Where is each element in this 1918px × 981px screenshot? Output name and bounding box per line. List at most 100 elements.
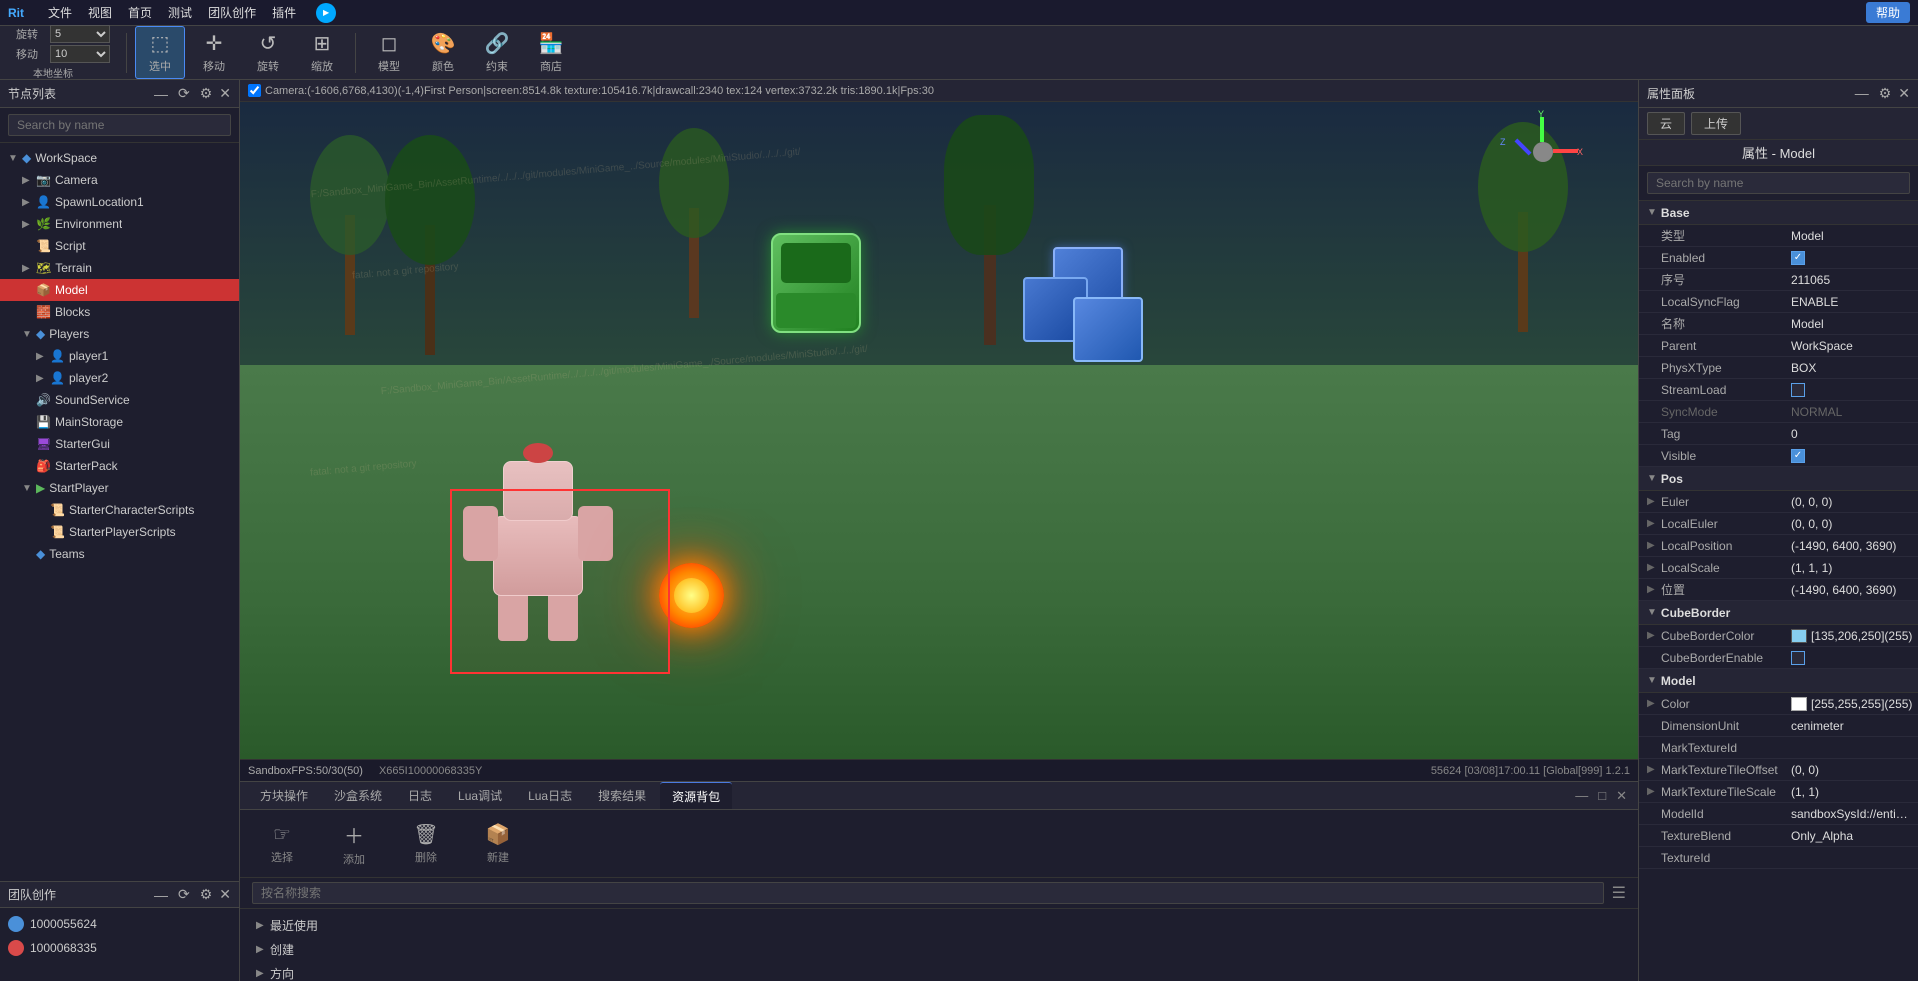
tree-item-storage[interactable]: 💾 MainStorage — [0, 411, 239, 433]
node-panel-close[interactable]: ✕ — [219, 85, 231, 102]
tree-item-startplayer[interactable]: ▼ ▶ StartPlayer — [0, 477, 239, 499]
env-expand[interactable]: ▶ — [22, 219, 36, 230]
tool-select[interactable]: ⬚ 选中 — [135, 26, 185, 79]
player2-expand[interactable]: ▶ — [36, 373, 50, 384]
section-base-header[interactable]: ▼ Base — [1639, 201, 1918, 225]
bottom-panel-close[interactable]: ✕ — [1613, 788, 1630, 804]
tab-lua-debug[interactable]: Lua调试 — [446, 782, 514, 809]
tab-log[interactable]: 日志 — [396, 782, 444, 809]
upload-button[interactable]: 上传 — [1691, 112, 1741, 135]
tool-color[interactable]: 🎨 颜色 — [418, 27, 468, 78]
team-panel-minimize[interactable]: — — [151, 887, 171, 903]
tree-item-pack[interactable]: 🎒 StarterPack — [0, 455, 239, 477]
tree-item-teams[interactable]: ◆ Teams — [0, 543, 239, 565]
team-panel-close[interactable]: ✕ — [219, 886, 231, 903]
node-panel-refresh[interactable]: ⟳ — [175, 85, 193, 102]
tab-asset-pack[interactable]: 资源背包 — [660, 782, 732, 809]
prop-enabled-checkbox[interactable] — [1791, 251, 1805, 265]
viewport[interactable]: F:/Sandbox_MiniGame_Bin/AssetRuntime/../… — [240, 102, 1638, 759]
tab-lua-log[interactable]: Lua日志 — [516, 782, 584, 809]
cloud-button[interactable]: 云 — [1647, 112, 1685, 135]
tree-item-players[interactable]: ▼ ◆ Players — [0, 323, 239, 345]
tree-item-spawn[interactable]: ▶ 👤 SpawnLocation1 — [0, 191, 239, 213]
tree-item-blocks[interactable]: 🧱 Blocks — [0, 301, 239, 323]
spawn-expand[interactable]: ▶ — [22, 197, 36, 208]
tool-shop[interactable]: 🏪 商店 — [526, 27, 576, 78]
team-panel-refresh[interactable]: ⟳ — [175, 886, 193, 903]
player1-expand[interactable]: ▶ — [36, 351, 50, 362]
tree-item-player1[interactable]: ▶ 👤 player1 — [0, 345, 239, 367]
tool-constrain[interactable]: 🔗 约束 — [472, 27, 522, 78]
prop-stream-checkbox[interactable] — [1791, 383, 1805, 397]
tree-item-player2[interactable]: ▶ 👤 player2 — [0, 367, 239, 389]
cat-dir-expand[interactable]: ▶ — [256, 968, 270, 979]
top-right-help[interactable]: 帮助 — [1866, 2, 1910, 23]
asset-tool-delete[interactable]: 🗑 删除 — [396, 818, 456, 869]
tree-item-terrain[interactable]: ▶ 🗺 Terrain — [0, 257, 239, 279]
asset-cat-recent[interactable]: ▶ 最近使用 — [248, 913, 1630, 937]
prop-localeuler-expand[interactable]: ▶ — [1647, 518, 1661, 529]
prop-localscale-expand[interactable]: ▶ — [1647, 562, 1661, 573]
startplayer-expand[interactable]: ▼ — [22, 483, 36, 494]
menu-view[interactable]: 视图 — [88, 4, 112, 21]
prop-mto-expand[interactable]: ▶ — [1647, 764, 1661, 775]
cbc-color-swatch[interactable] — [1791, 629, 1807, 643]
tree-item-sound[interactable]: 🔊 SoundService — [0, 389, 239, 411]
terrain-expand[interactable]: ▶ — [22, 263, 36, 274]
tool-scale[interactable]: ⊞ 缩放 — [297, 27, 347, 78]
asset-tool-new[interactable]: 📦 新建 — [468, 818, 528, 869]
right-search-input[interactable] — [1647, 172, 1910, 194]
right-panel-settings[interactable]: ⚙ — [1876, 85, 1895, 102]
bottom-panel-maximize[interactable]: □ — [1595, 788, 1609, 804]
tree-item-workspace[interactable]: ▼ ◆ WorkSpace — [0, 147, 239, 169]
prop-position-expand[interactable]: ▶ — [1647, 584, 1661, 595]
prop-cbc-expand[interactable]: ▶ — [1647, 630, 1661, 641]
bottom-panel-minimize[interactable]: — — [1572, 788, 1591, 804]
prop-visible-checkbox[interactable] — [1791, 449, 1805, 463]
tree-item-gui[interactable]: 🖥 StarterGui — [0, 433, 239, 455]
node-panel-settings[interactable]: ⚙ — [197, 85, 216, 102]
menu-home[interactable]: 首页 — [128, 4, 152, 21]
asset-cat-create[interactable]: ▶ 创建 — [248, 937, 1630, 961]
menu-test[interactable]: 测试 — [168, 4, 192, 21]
section-model-header[interactable]: ▼ Model — [1639, 669, 1918, 693]
tab-block-op[interactable]: 方块操作 — [248, 782, 320, 809]
mc-color-swatch[interactable] — [1791, 697, 1807, 711]
right-panel-minimize[interactable]: — — [1852, 85, 1872, 102]
section-cubeborder-header[interactable]: ▼ CubeBorder — [1639, 601, 1918, 625]
team-member-2[interactable]: 1000068335 — [8, 936, 231, 960]
prop-euler-expand[interactable]: ▶ — [1647, 496, 1661, 507]
move-select[interactable]: 1052050 — [50, 45, 110, 63]
asset-cat-dir[interactable]: ▶ 方向 — [248, 961, 1630, 981]
tree-item-player-scripts[interactable]: 📜 StarterPlayerScripts — [0, 521, 239, 543]
tree-item-model[interactable]: 📦 Model — [0, 279, 239, 301]
play-button[interactable] — [316, 3, 336, 23]
prop-cbe-checkbox[interactable] — [1791, 651, 1805, 665]
tree-item-env[interactable]: ▶ 🌿 Environment — [0, 213, 239, 235]
camera-expand[interactable]: ▶ — [22, 175, 36, 186]
tab-search-results[interactable]: 搜索结果 — [586, 782, 658, 809]
players-expand[interactable]: ▼ — [22, 329, 36, 340]
tree-item-script[interactable]: 📜 Script — [0, 235, 239, 257]
prop-mts-expand[interactable]: ▶ — [1647, 786, 1661, 797]
tool-model[interactable]: ◻ 模型 — [364, 27, 414, 78]
section-pos-header[interactable]: ▼ Pos — [1639, 467, 1918, 491]
menu-team[interactable]: 团队创作 — [208, 4, 256, 21]
asset-tool-select[interactable]: ☞ 选择 — [252, 818, 312, 869]
tree-item-camera[interactable]: ▶ 📷 Camera — [0, 169, 239, 191]
team-panel-settings[interactable]: ⚙ — [197, 886, 216, 903]
prop-localpos-expand[interactable]: ▶ — [1647, 540, 1661, 551]
prop-mc-expand[interactable]: ▶ — [1647, 698, 1661, 709]
asset-search-input[interactable] — [252, 882, 1604, 904]
workspace-expand[interactable]: ▼ — [8, 153, 22, 164]
rotate-select[interactable]: 5101545 — [50, 25, 110, 43]
menu-file[interactable]: 文件 — [48, 4, 72, 21]
cat-recent-expand[interactable]: ▶ — [256, 920, 270, 931]
menu-plugin[interactable]: 插件 — [272, 4, 296, 21]
tab-sandbox[interactable]: 沙盒系统 — [322, 782, 394, 809]
right-panel-close[interactable]: ✕ — [1898, 85, 1910, 102]
asset-tool-add[interactable]: ＋ 添加 — [324, 816, 384, 871]
cat-create-expand[interactable]: ▶ — [256, 944, 270, 955]
camera-checkbox[interactable] — [248, 84, 261, 97]
asset-menu-btn[interactable]: ☰ — [1612, 883, 1626, 903]
